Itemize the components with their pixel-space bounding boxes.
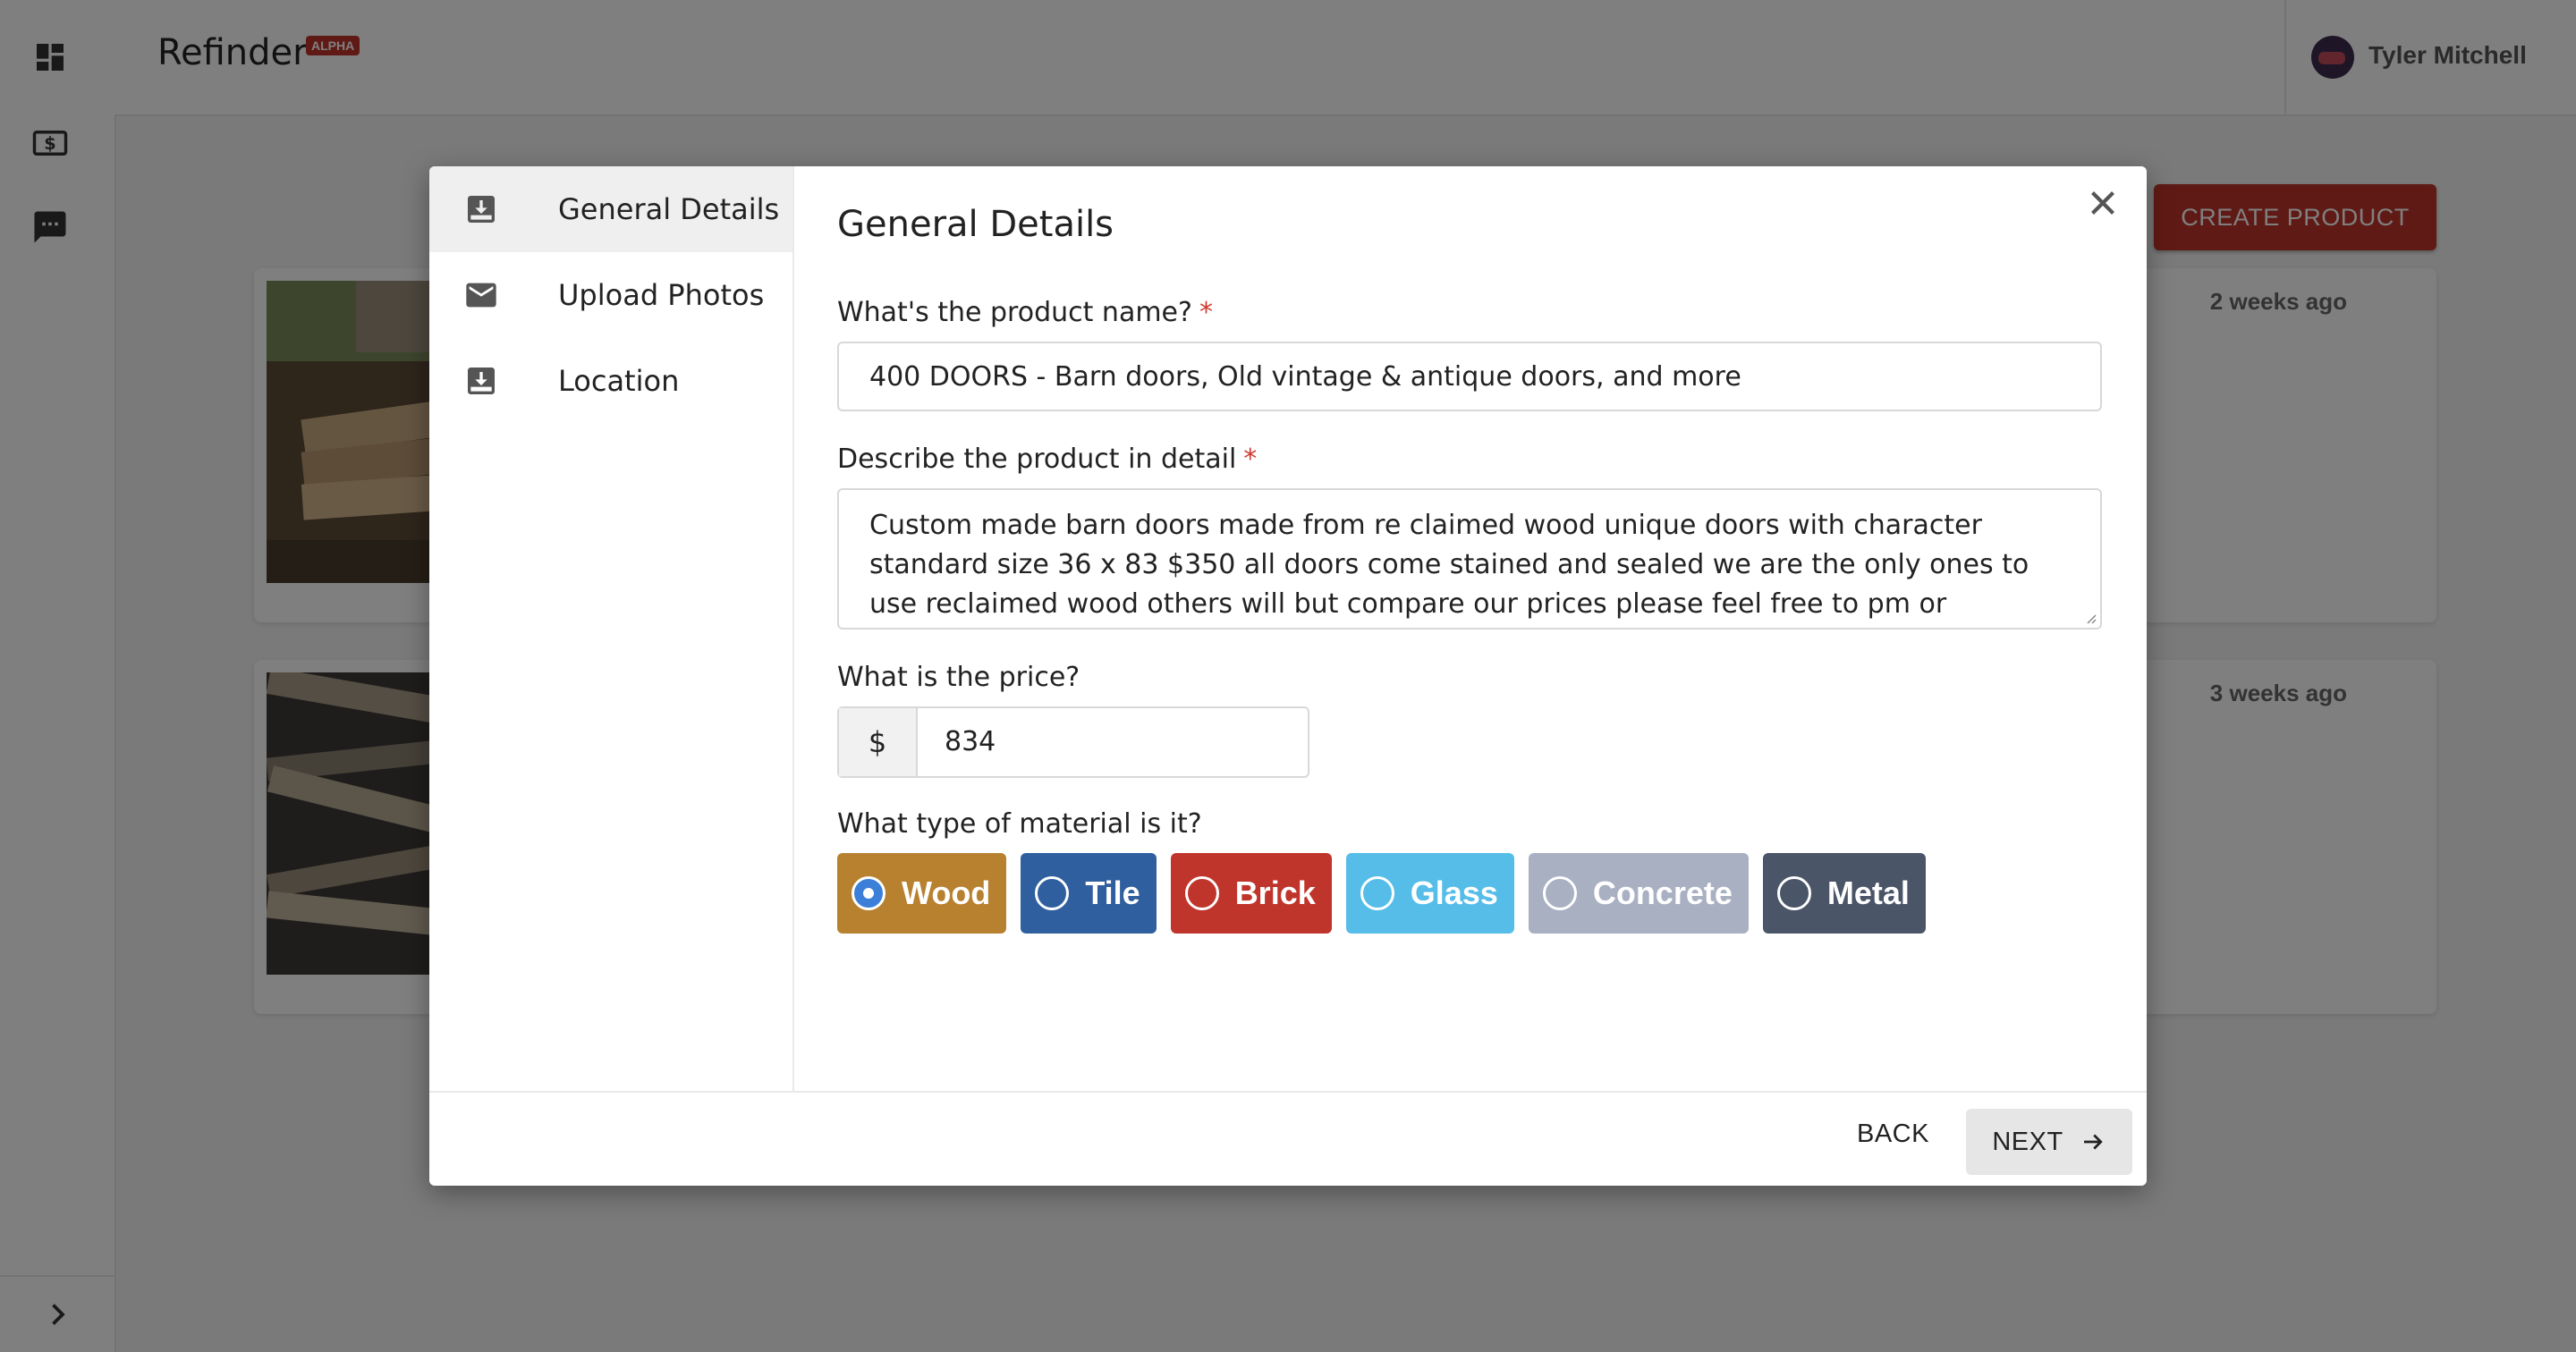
next-button[interactable]: NEXT xyxy=(1966,1109,2132,1175)
material-option-metal[interactable]: Metal xyxy=(1762,853,1926,934)
back-button[interactable]: BACK xyxy=(1857,1120,1929,1149)
material-option-glass[interactable]: Glass xyxy=(1345,853,1514,934)
step-general-details[interactable]: General Details xyxy=(429,166,792,252)
material-label-text: Glass xyxy=(1410,875,1498,911)
price-label: What is the price? xyxy=(837,662,1080,693)
radio-unselected[interactable] xyxy=(1776,876,1811,910)
modal-footer: BACK NEXT xyxy=(429,1091,2147,1186)
close-icon[interactable] xyxy=(2082,182,2123,224)
material-label-text: Tile xyxy=(1085,875,1140,911)
material-label-text: Brick xyxy=(1234,875,1316,911)
material-label: What type of material is it? xyxy=(837,808,1202,840)
description-textarea[interactable]: Custom made barn doors made from re clai… xyxy=(837,488,2102,630)
required-mark: * xyxy=(1243,444,1258,475)
step-label: General Details xyxy=(558,192,780,226)
material-option-concrete[interactable]: Concrete xyxy=(1528,853,1749,934)
price-input-group: $ 834 xyxy=(837,706,1309,778)
description-text: Custom made barn doors made from re clai… xyxy=(869,510,2029,620)
step-upload-photos[interactable]: Upload Photos xyxy=(429,252,792,338)
next-label: NEXT xyxy=(1992,1127,2063,1156)
modal-title: General Details xyxy=(837,204,1114,245)
description-label: Describe the product in detail * xyxy=(837,444,1258,475)
arrow-right-icon xyxy=(2083,1134,2103,1150)
envelope-icon xyxy=(463,277,499,313)
resize-grip-icon[interactable] xyxy=(2084,612,2097,624)
modal-steps-nav: General Details Upload Photos Location xyxy=(429,166,794,1091)
material-option-tile[interactable]: Tile xyxy=(1021,853,1157,934)
step-label: Location xyxy=(558,364,680,398)
create-product-modal: General Details Upload Photos Location G… xyxy=(429,166,2147,1186)
material-label-text: Metal xyxy=(1826,875,1910,911)
currency-prefix: $ xyxy=(839,708,918,776)
modal-form: General Details What's the product name?… xyxy=(794,166,2147,1091)
download-box-icon xyxy=(463,191,499,227)
product-name-label: What's the product name? * xyxy=(837,297,1213,328)
app-root: $ Refinder ALPHA Tyler Mitchell CREATE P… xyxy=(0,0,2576,1352)
step-label: Upload Photos xyxy=(558,278,765,312)
radio-unselected[interactable] xyxy=(1360,876,1394,910)
material-label-text: Wood xyxy=(902,875,991,911)
radio-unselected[interactable] xyxy=(1542,876,1577,910)
price-input[interactable]: 834 xyxy=(945,726,996,757)
radio-unselected[interactable] xyxy=(1035,876,1070,910)
material-option-wood[interactable]: Wood xyxy=(837,853,1007,934)
material-radio-group: Wood Tile Brick Glass Concrete Metal xyxy=(837,853,1926,934)
product-name-input[interactable]: 400 DOORS - Barn doors, Old vintage & an… xyxy=(837,342,2102,411)
step-location[interactable]: Location xyxy=(429,338,792,424)
radio-unselected[interactable] xyxy=(1184,876,1219,910)
material-label-text: Concrete xyxy=(1592,875,1733,911)
radio-selected[interactable] xyxy=(852,876,886,910)
material-option-brick[interactable]: Brick xyxy=(1170,853,1332,934)
download-box-icon xyxy=(463,363,499,399)
required-mark: * xyxy=(1199,297,1213,328)
